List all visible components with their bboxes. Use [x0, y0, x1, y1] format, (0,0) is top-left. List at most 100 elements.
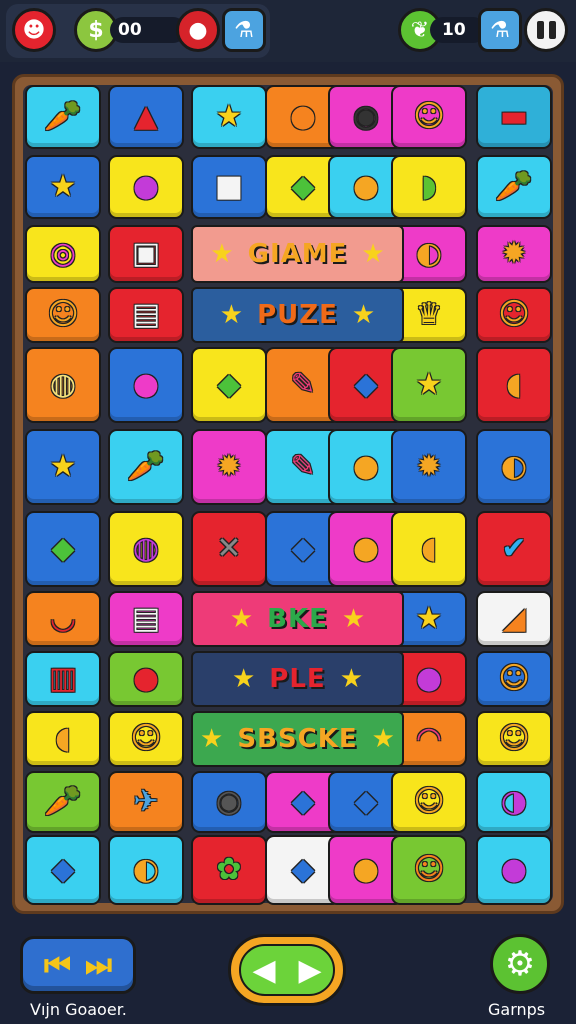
potion-icon[interactable]: ⚗	[222, 8, 266, 52]
rewind-button[interactable]: ⏮ ⏭	[20, 936, 136, 994]
face-icon: ☺	[498, 661, 530, 696]
coin-count: 00	[118, 20, 142, 40]
tile-star[interactable]: ★	[25, 429, 101, 505]
tile-gear[interactable]: ✿	[191, 835, 267, 905]
tile-face[interactable]: ☺	[25, 287, 101, 343]
swap-arrows-button[interactable]: ◀ ▶	[228, 934, 346, 1006]
player-avatar-icon[interactable]: ☻	[12, 8, 56, 52]
tile-star[interactable]: ★	[391, 347, 467, 423]
tile-candy[interactable]: ●	[108, 155, 184, 219]
star-icon: ★	[200, 724, 224, 754]
tile-sun[interactable]: ✹	[476, 225, 552, 283]
tile-ring[interactable]: ◎	[25, 225, 101, 283]
balloon-icon: ●	[132, 367, 160, 402]
tile-bars[interactable]: ▥	[25, 651, 101, 707]
tile-box[interactable]: ▤	[108, 287, 184, 343]
planet-icon: ◍	[132, 531, 160, 566]
tile-bean[interactable]: ●	[108, 651, 184, 707]
moves-count: 10	[442, 20, 466, 40]
tile-candy[interactable]: ●	[476, 835, 552, 905]
tile-planet[interactable]: ◍	[108, 511, 184, 587]
star-icon: ★	[371, 724, 395, 754]
tile-cube[interactable]: ■	[191, 155, 267, 219]
potato-icon: ●	[352, 169, 380, 204]
arrow-right-icon: ▶	[298, 952, 322, 988]
tile-book[interactable]: ▬	[476, 85, 552, 149]
tile-carrot[interactable]: 🥕	[108, 429, 184, 505]
pause-button[interactable]	[524, 8, 568, 52]
tile-cat[interactable]: ☺	[391, 835, 467, 905]
sun-icon: ✹	[501, 236, 527, 271]
star-icon: ★	[415, 367, 443, 402]
chip-icon: ◢	[502, 601, 526, 636]
tile-lips[interactable]: ◡	[25, 591, 101, 647]
sun-icon: ✹	[216, 449, 242, 484]
tile-face[interactable]: ☺	[391, 85, 467, 149]
tile-card[interactable]: ▣	[108, 225, 184, 283]
tile-eye[interactable]: ◉	[191, 771, 267, 833]
card-icon: ▣	[131, 236, 161, 271]
fish-icon: ◖	[55, 721, 71, 756]
tile-carrot[interactable]: 🥕	[476, 155, 552, 219]
apple-icon[interactable]: ●	[176, 8, 220, 52]
tile-fish[interactable]: ◖	[391, 511, 467, 587]
bulb-icon: ◍	[49, 367, 77, 402]
tile-carrot[interactable]: 🥕	[25, 85, 101, 149]
star-icon: ★	[215, 99, 243, 134]
bottle-icon[interactable]: ⚗	[478, 8, 522, 52]
fish-icon: ◖	[506, 367, 522, 402]
bars-icon: ▥	[48, 661, 78, 696]
shield-icon: ✕	[216, 531, 242, 566]
tile-shield[interactable]: ✕	[191, 511, 267, 587]
star-icon: ★	[361, 239, 385, 269]
settings-gear-button[interactable]: ⚙	[490, 934, 550, 994]
tile-gem[interactable]: ◆	[25, 835, 101, 905]
word-band[interactable]: ★ BKE ★	[191, 591, 404, 647]
tile-tent[interactable]: ▲	[108, 85, 184, 149]
book-icon: ▬	[499, 99, 529, 134]
star-icon: ★	[415, 601, 443, 636]
rewind-icon: ⏮	[44, 947, 71, 983]
tile-sun[interactable]: ✹	[391, 429, 467, 505]
tile-face[interactable]: ☺	[108, 711, 184, 767]
tile-bird[interactable]: ◐	[108, 835, 184, 905]
word-band[interactable]: ★ PLE ★	[191, 651, 404, 707]
star-icon: ★	[49, 449, 77, 484]
top-bar: ☻ $ 00 ● ⚗ ❦ 10 ⚗	[0, 0, 576, 62]
tile-leaf[interactable]: ◆	[191, 347, 267, 423]
star-icon: ★	[339, 664, 363, 694]
tile-balloon[interactable]: ●	[108, 347, 184, 423]
tile-fish[interactable]: ◖	[25, 711, 101, 767]
orange-icon: ●	[289, 99, 317, 134]
tile-fish[interactable]: ◖	[476, 347, 552, 423]
tile-plane[interactable]: ✈	[108, 771, 184, 833]
left-button-label: Vıjn Goaoer.	[30, 1000, 127, 1019]
tile-box[interactable]: ▤	[108, 591, 184, 647]
tile-sun[interactable]: ✹	[191, 429, 267, 505]
tile-star[interactable]: ★	[25, 155, 101, 219]
tile-check[interactable]: ✔	[476, 511, 552, 587]
eye-icon: ◉	[215, 784, 243, 819]
face-icon: ☺	[413, 784, 445, 819]
tile-star[interactable]: ★	[191, 85, 267, 149]
tile-face[interactable]: ☺	[476, 651, 552, 707]
tile-face[interactable]: ☺	[391, 771, 467, 833]
tile-carrot[interactable]: 🥕	[25, 771, 101, 833]
tile-bottle[interactable]: ◗	[391, 155, 467, 219]
word-band[interactable]: ★ PUZE ★	[191, 287, 404, 343]
tile-leaf[interactable]: ◆	[25, 511, 101, 587]
tile-chip[interactable]: ◢	[476, 591, 552, 647]
tile-bulb[interactable]: ◍	[25, 347, 101, 423]
tile-bird[interactable]: ◐	[476, 429, 552, 505]
tile-face[interactable]: ☺	[476, 711, 552, 767]
star-icon: ★	[231, 664, 256, 694]
band-word: BKE	[267, 604, 328, 634]
carrot-icon: 🥕	[44, 784, 82, 819]
tile-face[interactable]: ☺	[476, 287, 552, 343]
tile-shell[interactable]: ◑	[476, 771, 552, 833]
candy-icon: ●	[415, 661, 443, 696]
word-band[interactable]: ★ SBSCKE ★	[191, 711, 404, 767]
band-word: GIAME	[247, 239, 348, 269]
word-band[interactable]: ★ GIAME ★	[191, 225, 404, 283]
box-icon: ▤	[131, 601, 161, 636]
